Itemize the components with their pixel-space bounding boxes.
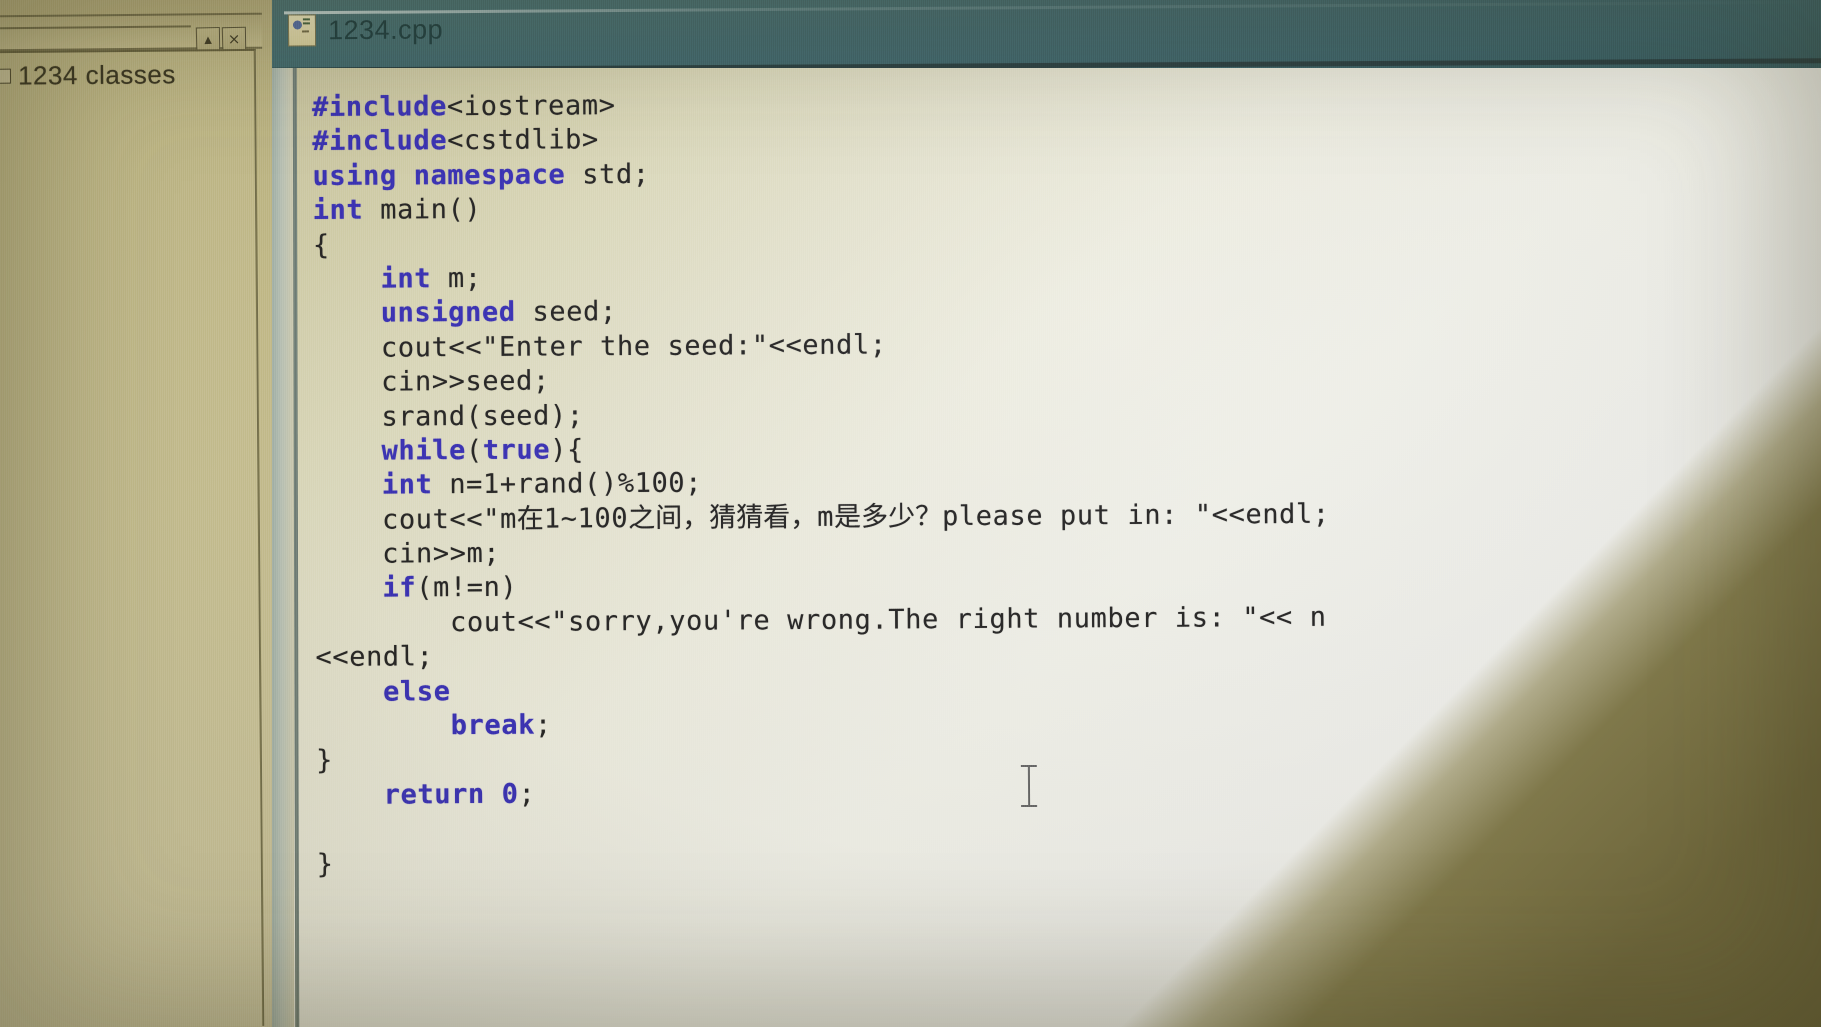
i-beam-cursor-icon (1020, 764, 1038, 808)
class-browser-panel: ▴ × 1234 classes (0, 0, 272, 1027)
monitor-screenshot: ▴ × 1234 classes 1234.cpp #include<iostr… (0, 0, 1821, 1027)
tab-1234-cpp[interactable]: 1234.cpp (287, 13, 444, 47)
editor-tabbar: 1234.cpp (272, 0, 1821, 68)
editor-gutter (272, 68, 294, 1027)
tree-item-classes[interactable]: 1234 classes (0, 59, 176, 91)
class-browser-titlebar: ▴ × (0, 12, 263, 55)
cpp-source-file-icon (287, 14, 317, 47)
editor-text-area[interactable]: #include<iostream> #include<cstdlib> using… (272, 68, 1821, 1027)
class-browser-tree (0, 48, 265, 1027)
tree-item-label: 1234 classes (17, 59, 176, 91)
panel-divider-line (0, 25, 191, 30)
source-code[interactable]: #include<iostream> #include<cstdlib> using… (312, 82, 1821, 882)
tab-label: 1234.cpp (327, 13, 444, 45)
tabbar-highlight (284, 0, 1821, 15)
code-editor-window: 1234.cpp #include<iostream> #include<cstd… (272, 0, 1821, 1027)
tree-expander-icon[interactable] (0, 68, 12, 84)
tabbar-border (272, 58, 1821, 68)
